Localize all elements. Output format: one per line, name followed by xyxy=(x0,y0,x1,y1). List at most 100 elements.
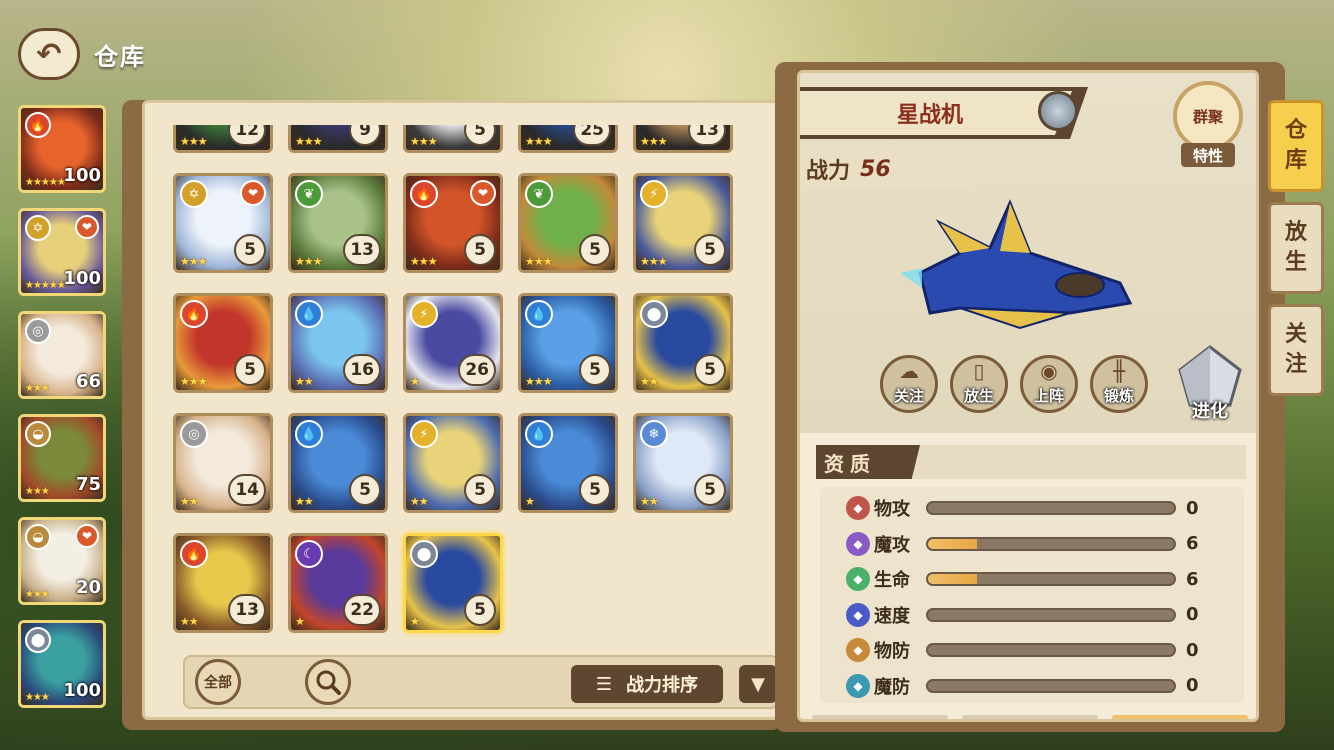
action-ball-button[interactable]: ◉ 上阵 xyxy=(1020,355,1078,413)
pet-card[interactable]: 🔥 ★★★ 5 xyxy=(173,293,273,393)
team-pet-card[interactable]: 🔥 ★★★★★ 100 xyxy=(18,105,106,193)
star-rating: ★★ xyxy=(640,495,659,508)
team-pet-card[interactable]: ◒ ❤ ★★★ 20 xyxy=(18,517,106,605)
pet-card[interactable]: ★★★ 9 xyxy=(288,125,388,153)
star-rating: ★★★ xyxy=(295,255,323,268)
star-rating: ★ xyxy=(295,615,305,628)
team-pet-card[interactable]: ✡ ❤ ★★★★★ 100 xyxy=(18,208,106,296)
side-tab-0[interactable]: 仓库 xyxy=(1268,100,1324,192)
action-cloud-button[interactable]: ☁ 关注 xyxy=(880,355,938,413)
page-dot-active xyxy=(1112,715,1248,719)
pet-card[interactable]: ⬤ ★★ 5 xyxy=(633,293,733,393)
pet-grid: ★★★ 12 ★★★ 9 ★★★ 5 ★★★ 25 ★★★ 13 ✡ ❤ ★★★ 5 ❦ ★★★ 13 🔥 ❤ ★★★… xyxy=(173,125,773,645)
star-rating: ★★★ xyxy=(25,486,50,497)
pet-detail-book: 星战机 战力 56 群聚 特性 ☁ 关注 ▯ 放生 ◉ 上阵 ╫ 锻炼 进化 资质 xyxy=(775,62,1285,732)
stat-bar xyxy=(926,643,1176,657)
fire-element-icon: 🔥 xyxy=(25,112,51,138)
action-label: 锻炼 xyxy=(1103,387,1134,405)
quality-header: 资质 xyxy=(816,445,1246,479)
pet-card[interactable]: ⚡ ★ 26 xyxy=(403,293,503,393)
action-dumbbell-button[interactable]: ╫ 锻炼 xyxy=(1090,355,1148,413)
pet-level: 100 xyxy=(63,268,101,289)
pet-level: 26 xyxy=(458,354,496,386)
pet-level: 14 xyxy=(228,474,266,506)
stat-bar-fill xyxy=(928,574,978,584)
pet-card[interactable]: ★★★ 25 xyxy=(518,125,618,153)
star-rating: ★★★ xyxy=(180,375,208,388)
side-tab-char: 注 xyxy=(1284,352,1307,377)
pet-card[interactable]: ❦ ★★★ 5 xyxy=(518,173,618,273)
pet-card[interactable]: ❦ ★★★ 13 xyxy=(288,173,388,273)
team-pet-card[interactable]: ⬤ ★★★ 100 xyxy=(18,620,106,708)
metal-element-icon: ⬤ xyxy=(640,300,668,328)
star-rating: ★★★ xyxy=(525,135,553,148)
star-rating: ★★★ xyxy=(410,135,438,148)
stat-icon: ◆ xyxy=(846,638,870,662)
side-tab-char: 放 xyxy=(1284,220,1307,245)
pet-card[interactable]: 🔥 ★★ 13 xyxy=(173,533,273,633)
star-element-icon: ✡ xyxy=(180,180,208,208)
action-door-button[interactable]: ▯ 放生 xyxy=(950,355,1008,413)
star-rating: ★★ xyxy=(410,495,429,508)
stat-value: 6 xyxy=(1186,533,1199,554)
pet-card[interactable]: ⬤ ★ 5 xyxy=(403,533,503,633)
pet-level: 13 xyxy=(343,234,381,266)
pet-card[interactable]: ★★★ 12 xyxy=(173,125,273,153)
water-element-icon: 💧 xyxy=(295,420,323,448)
back-arrow-icon: ↶ xyxy=(36,36,62,72)
pet-level: 5 xyxy=(694,234,726,266)
pet-card[interactable]: 💧 ★ 5 xyxy=(518,413,618,513)
pet-level: 5 xyxy=(464,474,496,506)
filter-all-button[interactable]: 全部 xyxy=(195,659,241,705)
heart-icon: ❤ xyxy=(470,180,496,206)
star-rating: ★★★ xyxy=(525,375,553,388)
metal-element-icon: ⬤ xyxy=(410,540,438,568)
back-button[interactable]: ↶ xyxy=(18,28,80,80)
pet-card[interactable]: ★★★ 13 xyxy=(633,125,733,153)
team-pet-card[interactable]: ◒ ★★★ 75 xyxy=(18,414,106,502)
fire-element-icon: 🔥 xyxy=(180,300,208,328)
sort-dropdown-button[interactable]: ▼ xyxy=(739,665,777,703)
power-display: 战力 56 xyxy=(800,151,976,187)
pet-card[interactable]: ❄ ★★ 5 xyxy=(633,413,733,513)
page-dot xyxy=(812,715,948,719)
stat-bar xyxy=(926,678,1176,693)
stat-bar xyxy=(926,501,1176,515)
pet-card[interactable]: 💧 ★★ 16 xyxy=(288,293,388,393)
pet-card[interactable]: ☾ ★ 22 xyxy=(288,533,388,633)
pet-card[interactable]: ⚡ ★★★ 5 xyxy=(633,173,733,273)
trait-button[interactable]: 群聚 特性 xyxy=(1168,81,1248,171)
search-icon xyxy=(316,670,341,695)
dark-element-icon: ☾ xyxy=(295,540,323,568)
stat-bar xyxy=(926,536,1176,551)
triangle-down-icon: ▼ xyxy=(751,673,765,695)
pet-card[interactable]: 🔥 ❤ ★★★ 5 xyxy=(403,173,503,273)
metal-type-icon xyxy=(1038,91,1078,131)
side-tab-1[interactable]: 放生 xyxy=(1268,202,1324,294)
team-pet-card[interactable]: ◎ ★★★ 66 xyxy=(18,311,106,399)
pet-card[interactable]: ★★★ 5 xyxy=(403,125,503,153)
pet-card[interactable]: ◎ ★★ 14 xyxy=(173,413,273,513)
star-fighter-image xyxy=(900,199,1133,330)
thunder-element-icon: ⚡ xyxy=(410,300,438,328)
dumbbell-icon: ╫ xyxy=(1112,359,1126,383)
pet-name: 星战机 xyxy=(896,103,963,128)
star-rating: ★★★ xyxy=(25,383,50,394)
pet-card[interactable]: ⚡ ★★ 5 xyxy=(403,413,503,513)
evolve-button[interactable]: 进化 xyxy=(1170,345,1250,425)
water-element-icon: 💧 xyxy=(525,420,553,448)
stat-row: ◆ 速度 0 xyxy=(846,600,1226,630)
search-button[interactable] xyxy=(305,659,351,705)
star-rating: ★★ xyxy=(180,495,199,508)
side-tab-2[interactable]: 关注 xyxy=(1268,304,1324,396)
pet-card[interactable]: ✡ ❤ ★★★ 5 xyxy=(173,173,273,273)
pet-card[interactable]: 💧 ★★★ 5 xyxy=(518,293,618,393)
pet-card[interactable]: 💧 ★★ 5 xyxy=(288,413,388,513)
thunder-element-icon: ⚡ xyxy=(410,420,438,448)
stat-row: ◆ 物防 0 xyxy=(846,635,1226,665)
cloud-icon: ☁ xyxy=(899,359,919,383)
stats-panel: ◆ 物攻 0 ◆ 魔攻 6 ◆ 生命 6 ◆ 速度 0 ◆ 物防 0 ◆ 魔防 0 xyxy=(820,487,1244,703)
stat-bar xyxy=(926,572,1176,586)
list-icon: ☰ xyxy=(595,673,613,695)
sort-by-power-button[interactable]: ☰ 战力排序 xyxy=(571,665,723,703)
